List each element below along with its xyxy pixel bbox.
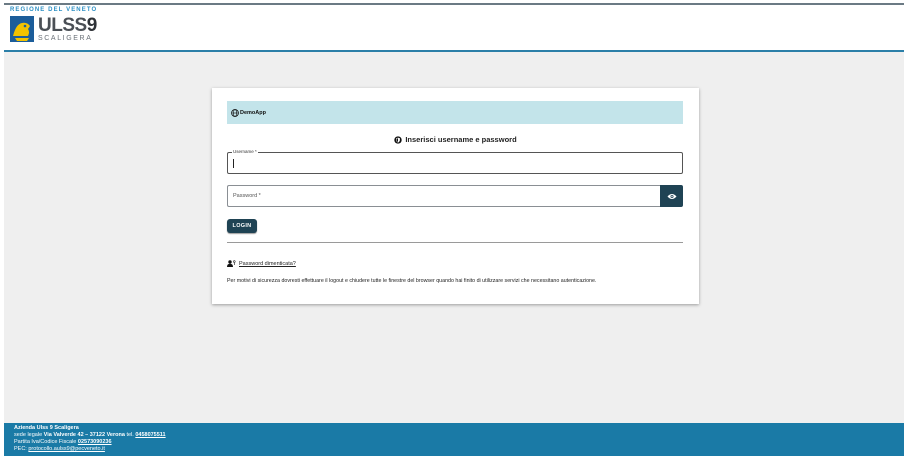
login-card: DemoApp Inserisci username e password Us… [212,88,699,304]
site-footer: Azienda Ulss 9 Scaligera sede legale Via… [4,423,904,456]
logo-subtitle: SCALIGERA [38,35,93,42]
region-label: REGIONE DEL VENETO [10,7,98,13]
username-label: Username * [232,149,258,154]
text-cursor [233,159,234,168]
login-heading: Inserisci username e password [212,135,699,144]
forgot-password: Password dimenticata? [227,260,296,267]
footer-tel-prefix: tel. [126,432,134,438]
app-name: DemoApp [240,109,266,116]
lion-emblem-icon [10,16,34,42]
divider [227,242,683,243]
username-field[interactable]: Username * [227,149,683,174]
forgot-password-link[interactable]: Password dimenticata? [239,261,296,267]
eye-icon [667,193,676,199]
footer-phone-link[interactable]: 0458075511 [135,432,165,438]
globe-icon [231,108,239,117]
main-area: DemoApp Inserisci username e password Us… [4,52,904,423]
site-header: REGIONE DEL VENETO ULSS9 SCALIGERA [4,3,904,52]
footer-pec-prefix: PEC: [14,446,27,452]
security-notice: Per motivi di sicurezza dovresti effettu… [227,278,597,284]
footer-sede-prefix: sede legale [14,432,43,438]
show-password-button[interactable] [660,185,683,207]
app-banner: DemoApp [227,101,683,124]
login-page: REGIONE DEL VENETO ULSS9 SCALIGERA DemoA… [0,0,906,458]
footer-company: Azienda Ulss 9 Scaligera [14,425,79,431]
password-field[interactable]: Password * [227,185,660,207]
user-key-icon [227,260,236,267]
password-placeholder: Password * [233,193,261,199]
shield-icon [394,135,403,144]
footer-pec-link[interactable]: protocollo.aulss9@pecveneto.it [28,446,105,452]
login-button[interactable]: LOGIN [227,219,257,233]
footer-address: Via Valverde 42 – 37122 Verona [43,432,125,438]
ulss-logo[interactable]: ULSS9 SCALIGERA [10,16,97,42]
footer-piva-link[interactable]: 02573090236 [78,439,112,445]
logo-wordmark: ULSS9 [38,15,97,36]
footer-piva-prefix: Partita Iva/Codice Fiscale [14,439,77,445]
login-title-text: Inserisci username e password [405,135,517,144]
